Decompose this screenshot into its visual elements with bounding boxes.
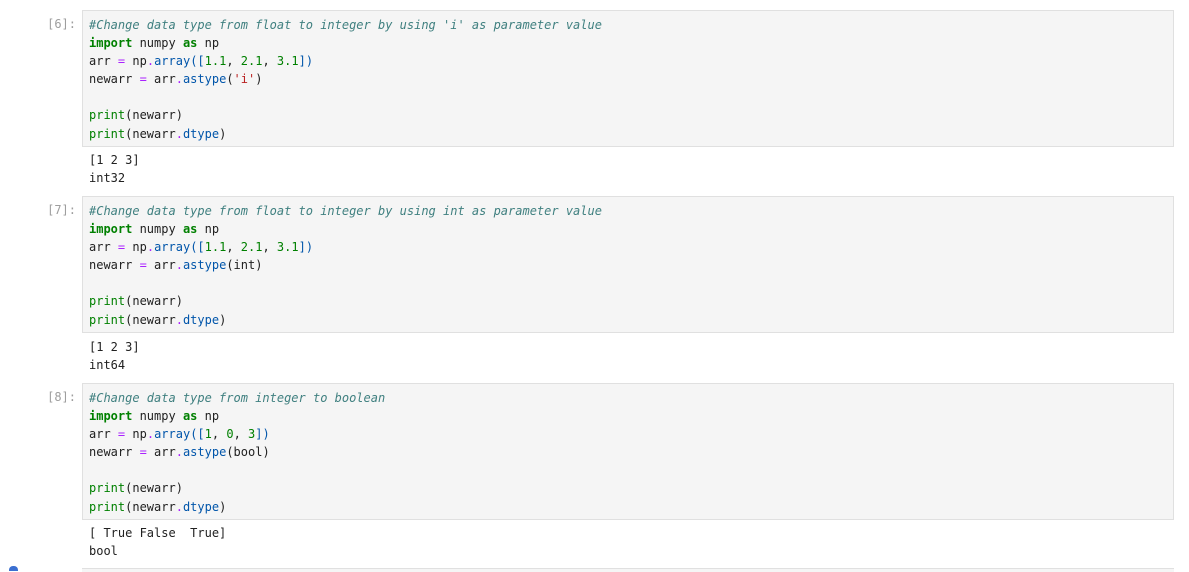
cell-output: [1 2 3] int64 [89,338,140,374]
output-line: bool [89,544,118,559]
cell-output: [1 2 3] int32 [89,151,140,187]
output-line: [ True False True] [89,526,227,540]
code-line: #Change data type from float to integer … [89,18,602,32]
cell-prompt: [8]: [47,390,76,404]
code-line: arr = np.array([1.1, 2.1, 3.1]) [89,54,314,69]
code-editor[interactable]: #Change data type from float to integer … [82,10,1174,147]
code-line: newarr = arr.astype(bool) [89,445,270,460]
output-line: int64 [89,358,126,373]
code-line: print(newarr) [89,108,183,123]
code-line: print(newarr) [89,481,183,496]
output-line: [1 2 3] [89,340,140,354]
code-editor[interactable]: #Change data type from float to integer … [82,196,1174,333]
code-line: #Change data type from integer to boolea… [89,391,386,405]
code-line: arr = np.array([1, 0, 3]) [89,427,270,442]
code-editor[interactable]: #Change data type from integer to boolea… [82,383,1174,520]
cell-prompt: [6]: [47,17,76,31]
code-line: import numpy as np [89,36,220,51]
code-line: arr = np.array([1.1, 2.1, 3.1]) [89,240,314,255]
code-line: import numpy as np [89,222,220,237]
code-line: print(newarr.dtype) [89,312,227,327]
code-line: #Change data type from float to integer … [89,204,602,218]
code-line: newarr = arr.astype('i') [89,72,263,87]
next-cell-edge[interactable] [82,568,1174,572]
code-line: print(newarr) [89,294,183,309]
code-line: print(newarr.dtype) [89,126,227,141]
code-line: newarr = arr.astype(int) [89,258,263,273]
code-line: print(newarr.dtype) [89,499,227,514]
output-line: [1 2 3] [89,153,140,167]
output-line: int32 [89,171,126,186]
cell-prompt: [7]: [47,203,76,217]
cell-output: [ True False True] bool [89,524,226,560]
code-line: import numpy as np [89,409,220,424]
scroll-indicator[interactable] [9,566,18,571]
